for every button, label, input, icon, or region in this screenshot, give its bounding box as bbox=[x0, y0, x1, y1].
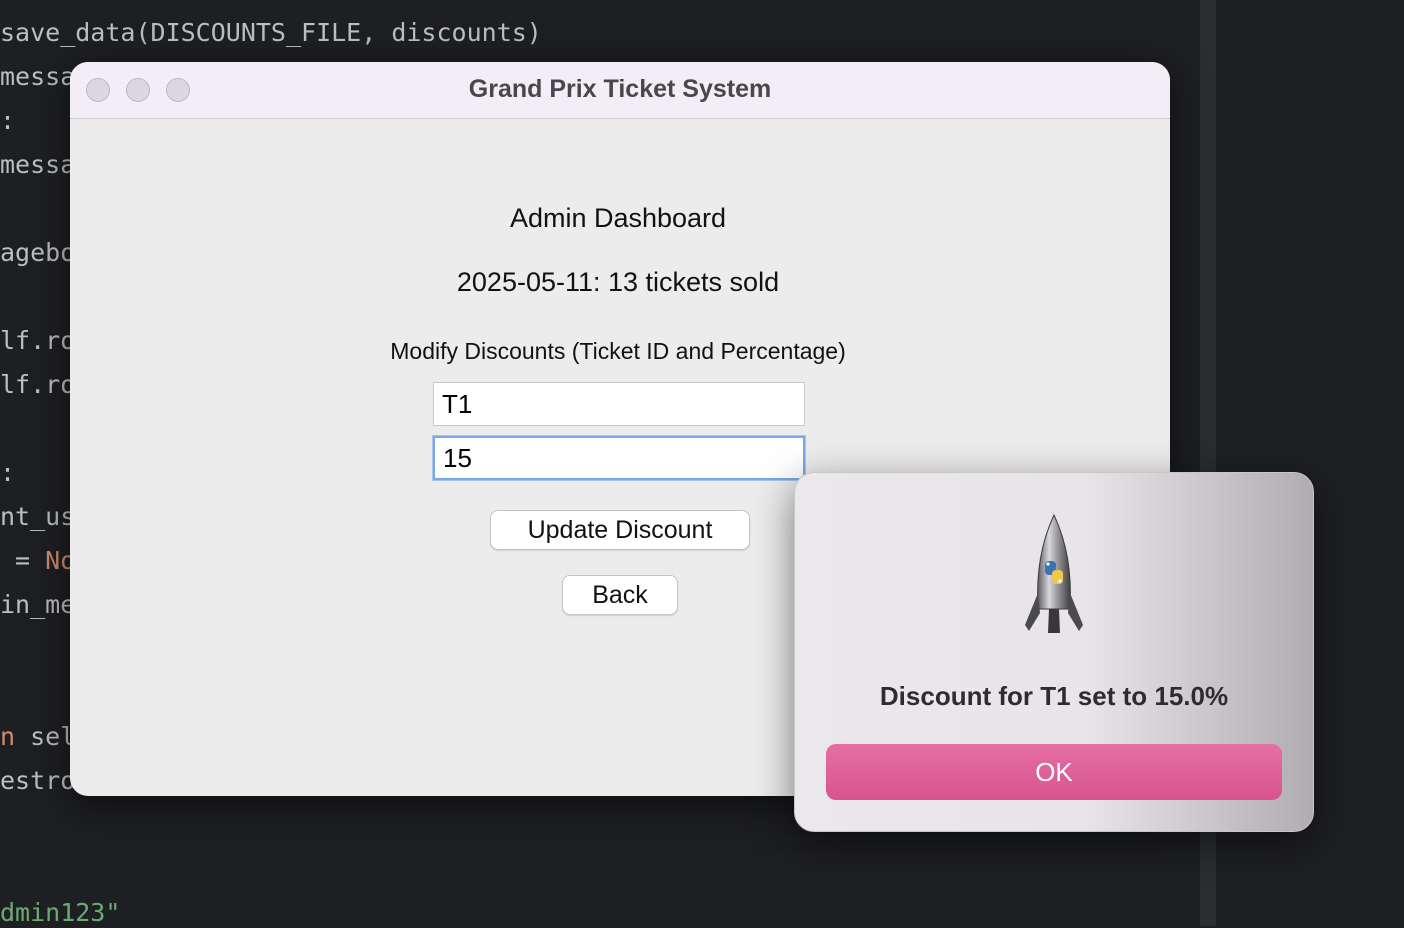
python-launcher-rocket-icon bbox=[1025, 513, 1083, 633]
code-token: messa bbox=[0, 62, 76, 91]
code-line: n sel bbox=[0, 722, 75, 752]
code-token: agebo bbox=[0, 238, 76, 267]
window-title: Grand Prix Ticket System bbox=[468, 75, 772, 103]
ok-button[interactable]: OK bbox=[826, 744, 1282, 800]
code-token: messa bbox=[0, 150, 76, 179]
code-line: messa bbox=[0, 62, 75, 92]
code-token: nt_us bbox=[0, 502, 76, 531]
code-token: = bbox=[0, 546, 46, 575]
code-line: estro bbox=[0, 766, 75, 796]
code-token: : bbox=[0, 458, 16, 487]
code-line: = No bbox=[0, 546, 75, 576]
code-line: : bbox=[0, 458, 15, 488]
code-line: in_me bbox=[0, 590, 75, 620]
code-token: estro bbox=[0, 766, 76, 795]
code-token: sel bbox=[15, 722, 76, 751]
code-token: dmin123" bbox=[0, 898, 121, 927]
code-line: nt_us bbox=[0, 502, 75, 532]
ticket-id-input[interactable] bbox=[433, 382, 805, 426]
code-line: lf.ro bbox=[0, 370, 75, 400]
code-line: save_data(DISCOUNTS_FILE, discounts) bbox=[0, 18, 542, 48]
code-line: lf.ro bbox=[0, 326, 75, 356]
code-line: dmin123" bbox=[0, 898, 120, 928]
discount-percentage-input[interactable] bbox=[433, 436, 805, 480]
page-title: Admin Dashboard bbox=[509, 203, 727, 233]
code-token: n bbox=[0, 722, 16, 751]
code-token: : bbox=[0, 106, 16, 135]
discount-alert-dialog: Discount for T1 set to 15.0% OK bbox=[794, 472, 1314, 832]
code-token: lf.ro bbox=[0, 326, 76, 355]
code-line: agebo bbox=[0, 238, 75, 268]
sales-summary: 2025-05-11: 13 tickets sold bbox=[456, 267, 780, 297]
code-line: : bbox=[0, 106, 15, 136]
title-bar[interactable]: Grand Prix Ticket System bbox=[70, 62, 1170, 119]
code-token: save_data(DISCOUNTS_FILE, discounts) bbox=[0, 18, 542, 47]
code-token: lf.ro bbox=[0, 370, 76, 399]
code-line: messa bbox=[0, 150, 75, 180]
back-button[interactable]: Back bbox=[562, 575, 678, 615]
update-discount-button[interactable]: Update Discount bbox=[490, 510, 750, 550]
alert-message: Discount for T1 set to 15.0% bbox=[879, 681, 1229, 711]
code-token: in_me bbox=[0, 590, 76, 619]
modify-discounts-label: Modify Discounts (Ticket ID and Percenta… bbox=[390, 338, 846, 364]
